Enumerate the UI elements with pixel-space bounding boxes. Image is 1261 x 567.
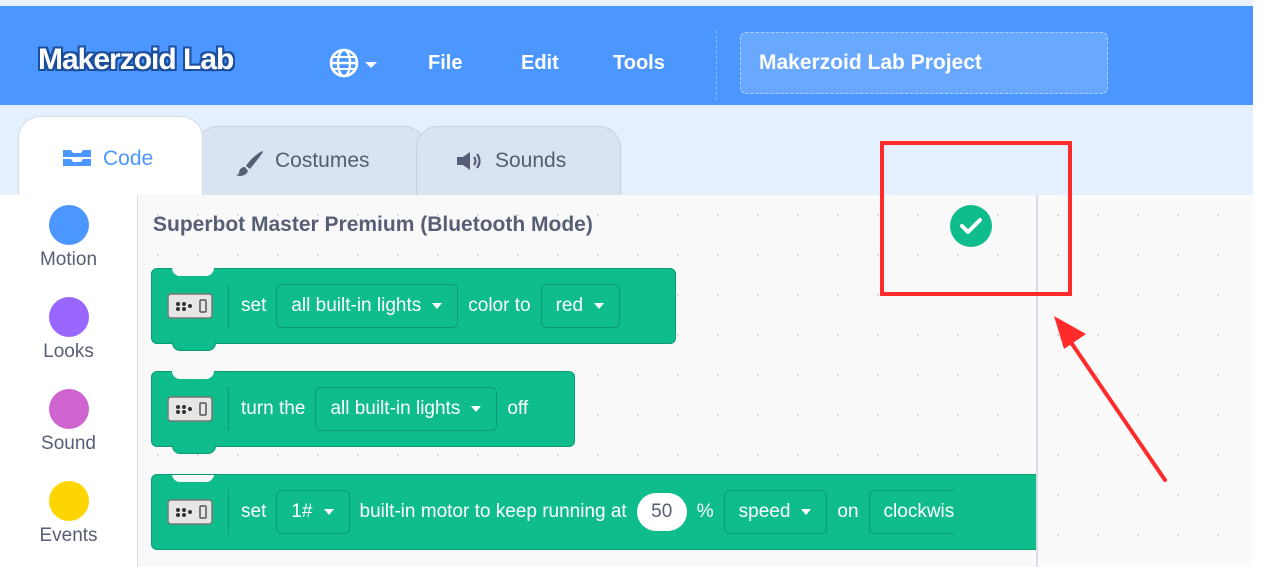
robot-board-icon (166, 497, 214, 527)
robot-board-icon (166, 291, 214, 321)
category-menu: Motion Looks Sound Events (0, 195, 138, 567)
speaker-icon (455, 149, 485, 173)
block-text: off (507, 398, 529, 419)
category-looks[interactable]: Looks (0, 297, 137, 363)
edit-menu[interactable]: Edit (521, 52, 559, 75)
category-sound[interactable]: Sound (0, 389, 137, 455)
block-bump (172, 342, 216, 351)
lights-dropdown-value: all built-in lights (291, 295, 422, 316)
category-label: Sound (41, 433, 96, 454)
lights-dropdown[interactable]: all built-in lights (315, 387, 498, 431)
robot-board-icon (166, 394, 214, 424)
code-icon (61, 147, 93, 169)
tools-menu[interactable]: Tools (613, 52, 665, 75)
tab-sounds-label: Sounds (495, 149, 567, 172)
menu-bar: Makerzoid Lab File Edit Tools Makerzoid … (0, 6, 1253, 105)
mode-dropdown-value: speed (738, 501, 791, 522)
logo-text: Makerzoid Lab (38, 43, 234, 76)
block-separator (228, 284, 229, 328)
sound-dot-icon (48, 389, 89, 429)
block-separator (228, 490, 229, 534)
set-motor-speed-block[interactable]: set 1# built-in motor to keep running at… (151, 474, 1036, 550)
tab-code-label: Code (103, 147, 154, 170)
looks-dot-icon (48, 297, 89, 337)
direction-dropdown[interactable]: clockwis (868, 490, 955, 534)
tab-code[interactable]: Code (18, 116, 203, 198)
block-text: built-in motor to keep running at (359, 501, 627, 522)
speed-value-input[interactable]: 50 (636, 493, 687, 531)
block-text: set (241, 295, 267, 316)
category-events[interactable]: Events (0, 481, 137, 547)
set-lights-color-block[interactable]: set all built-in lights color to red (151, 268, 676, 351)
block-notch (172, 475, 214, 482)
block-bump (172, 445, 216, 454)
red-arrow-icon (1054, 316, 1167, 482)
language-menu[interactable] (328, 47, 378, 84)
block-text: turn the (241, 398, 306, 419)
chevron-down-icon (364, 57, 378, 75)
category-label: Motion (39, 249, 98, 270)
color-dropdown[interactable]: red (540, 284, 621, 328)
turn-off-lights-block[interactable]: turn the all built-in lights off (151, 371, 575, 454)
block-notch (172, 268, 214, 276)
caret-down-icon (323, 508, 335, 516)
lights-dropdown-value: all built-in lights (330, 398, 461, 419)
block-text: color to (468, 295, 531, 316)
project-title-input[interactable]: Makerzoid Lab Project (740, 32, 1108, 94)
color-dropdown-value: red (555, 295, 584, 316)
block-text: set (241, 501, 267, 522)
motor-dropdown[interactable]: 1# (276, 490, 350, 534)
caret-down-icon (800, 508, 812, 516)
brush-icon (235, 149, 265, 177)
category-label: Looks (43, 341, 94, 362)
tab-costumes[interactable]: Costumes (196, 126, 426, 198)
category-label: Events (39, 525, 98, 546)
caret-down-icon (470, 405, 482, 413)
lights-dropdown[interactable]: all built-in lights (276, 284, 459, 328)
block-text: on (837, 501, 859, 522)
direction-dropdown-value: clockwis (883, 501, 955, 522)
extension-section-title: Superbot Master Premium (Bluetooth Mode) (153, 213, 593, 236)
file-menu[interactable]: File (428, 52, 462, 75)
motor-dropdown-value: 1# (291, 501, 313, 522)
motion-dot-icon (48, 205, 89, 245)
block-separator (228, 387, 229, 431)
menu-divider (716, 30, 717, 100)
events-dot-icon (48, 481, 89, 521)
tab-sounds[interactable]: Sounds (416, 126, 621, 198)
globe-icon (328, 47, 360, 84)
block-text: % (696, 501, 714, 522)
caret-down-icon (431, 302, 443, 310)
makerzoid-logo[interactable]: Makerzoid Lab (38, 38, 234, 82)
category-motion[interactable]: Motion (0, 205, 137, 271)
caret-down-icon (593, 302, 605, 310)
block-notch (172, 371, 214, 379)
tab-costumes-label: Costumes (275, 149, 370, 172)
highlight-box (880, 141, 1072, 296)
mode-dropdown[interactable]: speed (723, 490, 828, 534)
